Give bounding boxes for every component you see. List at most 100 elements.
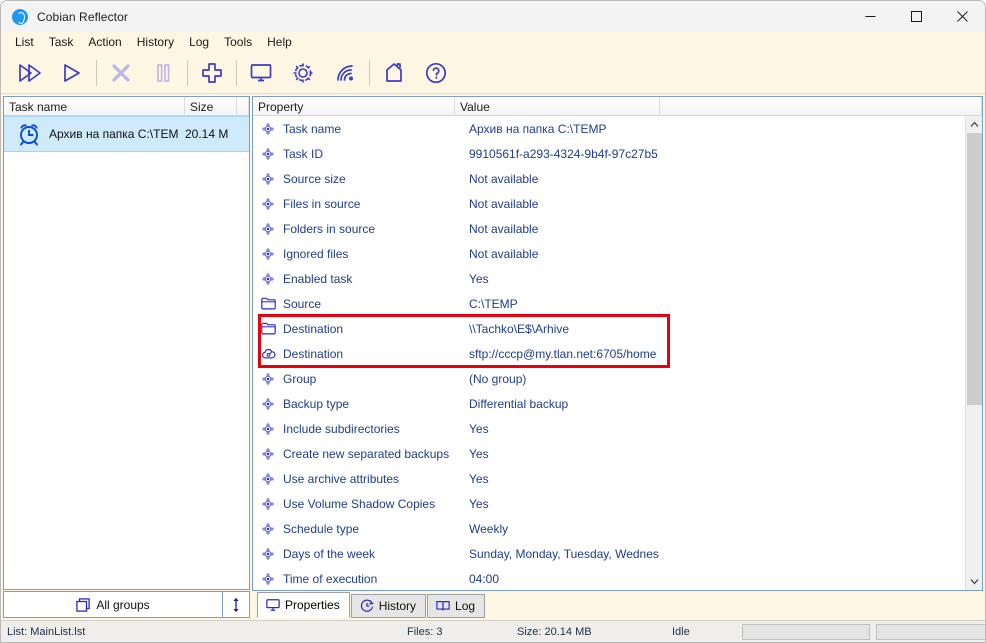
vertical-resize-icon xyxy=(233,597,239,612)
property-row[interactable]: Task ID 9910561f-a293-4324-9b4f-97c27b5 xyxy=(253,141,965,166)
property-row[interactable]: Include subdirectories Yes xyxy=(253,416,965,441)
property-label: Backup type xyxy=(283,396,350,411)
minimize-button[interactable] xyxy=(847,1,893,32)
menu-item-task[interactable]: Task xyxy=(42,33,82,51)
tab-log-label: Log xyxy=(455,599,476,613)
property-bullet-icon xyxy=(261,472,283,486)
status-progress-panel-2 xyxy=(876,623,985,640)
property-row[interactable]: Source size Not available xyxy=(253,166,965,191)
property-row[interactable]: Time of execution 04:00 xyxy=(253,566,965,590)
pane-resize-handle[interactable] xyxy=(223,591,250,618)
help-button[interactable] xyxy=(415,54,457,92)
property-bullet-icon xyxy=(261,147,283,161)
menu-item-help[interactable]: Help xyxy=(260,33,300,51)
menu-item-list[interactable]: List xyxy=(8,33,42,51)
scroll-up-button[interactable] xyxy=(966,116,982,133)
property-row[interactable]: Source C:\TEMP xyxy=(253,291,965,316)
property-label: Task name xyxy=(283,121,342,136)
property-row[interactable]: Use archive attributes Yes xyxy=(253,466,965,491)
property-row[interactable]: Ignored files Not available xyxy=(253,241,965,266)
groups-bar: All groups xyxy=(3,591,250,618)
stop-button[interactable] xyxy=(100,54,142,92)
window-controls xyxy=(847,1,985,32)
pause-button[interactable] xyxy=(142,54,184,92)
maximize-button[interactable] xyxy=(893,1,939,32)
property-value: Differential backup xyxy=(469,396,569,411)
task-list-item[interactable]: Архив на папка C:\TEM 20.14 M xyxy=(4,116,249,152)
run-selected-task-button[interactable] xyxy=(51,54,93,92)
application-window: Cobian Reflector List Task Action Histor… xyxy=(0,0,986,643)
property-row[interactable]: Days of the week Sunday, Monday, Tuesday,… xyxy=(253,541,965,566)
property-row[interactable]: Task name Архив на папка C:\TEMP xyxy=(253,116,965,141)
property-row[interactable]: Backup type Differential backup xyxy=(253,391,965,416)
property-bullet-icon xyxy=(261,122,283,136)
home-button[interactable] xyxy=(373,54,415,92)
property-value: Weekly xyxy=(469,521,509,536)
options-button[interactable] xyxy=(282,54,324,92)
task-list-header: Task name Size xyxy=(4,97,249,116)
double-play-icon xyxy=(19,63,41,82)
property-row[interactable]: Folders in source Not available xyxy=(253,216,965,241)
property-row[interactable]: Files in source Not available xyxy=(253,191,965,216)
property-value: Sunday, Monday, Tuesday, Wednes xyxy=(469,546,659,561)
property-row[interactable]: Destination \\Tachko\E$\Arhive xyxy=(253,316,965,341)
property-value: Yes xyxy=(469,421,489,436)
chevron-down-icon xyxy=(970,579,978,585)
properties-vertical-scrollbar[interactable] xyxy=(965,116,982,590)
property-label: Destination xyxy=(283,346,344,361)
scrollbar-track[interactable] xyxy=(966,133,982,573)
play-icon xyxy=(64,63,80,82)
run-all-tasks-button[interactable] xyxy=(9,54,51,92)
toolbar xyxy=(1,52,985,94)
column-header-size[interactable]: Size xyxy=(185,97,237,115)
column-header-property[interactable]: Property xyxy=(253,97,455,115)
stacked-windows-icon xyxy=(76,597,91,612)
task-list[interactable]: Task name Size Архив на папка C:\TEM 20.… xyxy=(3,96,250,590)
scroll-down-button[interactable] xyxy=(966,573,982,590)
question-circle-icon xyxy=(425,62,447,83)
all-groups-button[interactable]: All groups xyxy=(3,591,223,618)
status-bar: List: MainList.lst Files: 3 Size: 20.14 … xyxy=(1,620,985,642)
task-list-item-size: 20.14 M xyxy=(185,127,229,141)
toolbar-separator xyxy=(236,59,237,86)
tab-properties[interactable]: Properties xyxy=(257,592,350,618)
property-row[interactable]: Destination sftp://cccp@my.tlan.net:6705/… xyxy=(253,341,965,366)
property-value: Not available xyxy=(469,221,539,236)
folder-icon xyxy=(261,322,283,335)
column-header-spacer xyxy=(237,97,249,115)
menu-item-tools[interactable]: Tools xyxy=(217,33,260,51)
close-button[interactable] xyxy=(939,1,985,32)
status-state: Idle xyxy=(672,625,690,638)
property-label: Files in source xyxy=(283,196,361,211)
property-bullet-icon xyxy=(261,447,283,461)
task-list-item-name: Архив на папка C:\TEM xyxy=(49,127,179,141)
property-bullet-icon xyxy=(261,222,283,236)
scrollbar-thumb[interactable] xyxy=(967,133,982,405)
new-task-button[interactable] xyxy=(191,54,233,92)
property-value: Yes xyxy=(469,496,489,511)
property-row[interactable]: Group (No group) xyxy=(253,366,965,391)
property-row[interactable]: Create new separated backups Yes xyxy=(253,441,965,466)
menu-item-history[interactable]: History xyxy=(130,33,182,51)
property-bullet-icon xyxy=(261,197,283,211)
menu-item-action[interactable]: Action xyxy=(81,33,129,51)
tab-history-label: History xyxy=(378,599,417,613)
property-row[interactable]: Enabled task Yes xyxy=(253,266,965,291)
property-value: Not available xyxy=(469,171,539,186)
tab-history[interactable]: History xyxy=(350,594,427,618)
tab-log[interactable]: Log xyxy=(427,594,486,618)
property-label: Source xyxy=(283,296,322,311)
remote-connection-button[interactable] xyxy=(324,54,366,92)
monitor-icon xyxy=(250,63,272,81)
properties-button[interactable] xyxy=(240,54,282,92)
property-row[interactable]: Use Volume Shadow Copies Yes xyxy=(253,491,965,516)
property-bullet-icon xyxy=(261,572,283,586)
column-header-task-name[interactable]: Task name xyxy=(4,97,185,115)
property-bullet-icon xyxy=(261,547,283,561)
menu-item-log[interactable]: Log xyxy=(182,33,217,51)
properties-list[interactable]: Property Value Task name Архив на папка C… xyxy=(252,96,983,591)
column-header-value[interactable]: Value xyxy=(455,97,660,115)
property-row[interactable]: Schedule type Weekly xyxy=(253,516,965,541)
property-value: Not available xyxy=(469,246,539,261)
property-value: Архив на папка C:\TEMP xyxy=(469,121,607,136)
